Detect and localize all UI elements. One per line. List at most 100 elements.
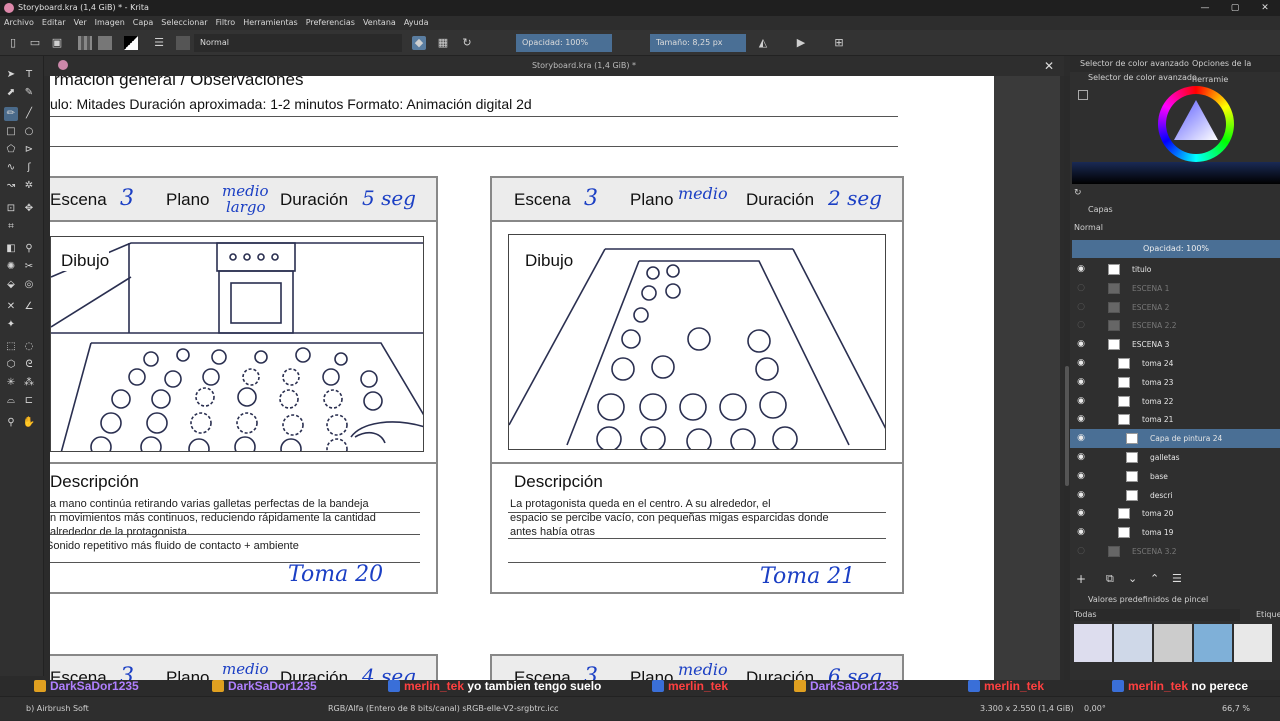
layers-opacity-slider[interactable]: Opacidad: 100% (1072, 240, 1280, 258)
color-hue-ring[interactable] (1158, 86, 1234, 162)
layer-row[interactable]: ○ ESCENA 2.2 (1070, 316, 1280, 335)
menu-ventana[interactable]: Ventana (359, 16, 400, 30)
calligraphy-icon[interactable]: ✎ (22, 86, 36, 100)
move-layer-up-icon[interactable]: ⌃ (1150, 572, 1159, 585)
rect-select-icon[interactable]: ⬚ (4, 340, 18, 354)
brush-preset-eraser[interactable] (1074, 624, 1112, 662)
menu-ayuda[interactable]: Ayuda (400, 16, 433, 30)
layer-row[interactable]: ◉ ESCENA 3 (1070, 335, 1280, 354)
polygon-select-icon[interactable]: ⬡ (4, 358, 18, 372)
eye-visible-icon[interactable]: ◉ (1076, 504, 1086, 523)
line-tool-icon[interactable]: ╱ (22, 107, 36, 121)
brush-preset-icon[interactable] (176, 36, 190, 50)
brush-settings-icon[interactable]: ☰ (152, 36, 166, 50)
layer-row[interactable]: ◉ Capa de pintura 24 (1070, 429, 1280, 449)
eye-hidden-icon[interactable]: ○ (1076, 542, 1086, 561)
fill-tool-icon[interactable]: ⬙ (4, 278, 18, 292)
color-triangle[interactable] (1170, 96, 1222, 148)
alpha-lock-icon[interactable]: ▦ (436, 36, 450, 50)
layer-row[interactable]: ○ ESCENA 1 (1070, 279, 1280, 298)
brush-preset-ink[interactable] (1234, 624, 1272, 662)
mirror-horizontal-icon[interactable]: ◭ (756, 36, 770, 50)
crop-tool-icon[interactable]: ⌗ (4, 220, 18, 234)
tab-tool-options[interactable]: Opciones de la herramie (1192, 56, 1280, 88)
pan-tool-icon[interactable]: ✋ (22, 416, 36, 430)
gradient-swatch-icon[interactable] (78, 36, 92, 50)
menu-ver[interactable]: Ver (70, 16, 91, 30)
zoom-tool-icon[interactable]: ⚲ (4, 416, 18, 430)
mirror-vertical-icon[interactable]: ▶ (794, 36, 808, 50)
menu-seleccionar[interactable]: Seleccionar (157, 16, 211, 30)
eye-visible-icon[interactable]: ◉ (1076, 467, 1086, 486)
polyline-tool-icon[interactable]: ⊳ (22, 143, 36, 157)
eraser-mode-icon[interactable]: ◆ (412, 36, 426, 50)
eye-visible-icon[interactable]: ◉ (1076, 392, 1086, 411)
brush-tag-label[interactable]: Etique (1256, 609, 1280, 621)
refresh-icon[interactable]: ↻ (1074, 188, 1082, 198)
move-layer-down-icon[interactable]: ⌄ (1128, 572, 1137, 585)
menu-imagen[interactable]: Imagen (91, 16, 129, 30)
layer-row[interactable]: ○ ESCENA 3.2 (1070, 542, 1280, 561)
close-document-button[interactable]: ✕ (1044, 56, 1058, 76)
add-layer-icon[interactable]: + (1076, 572, 1086, 586)
colorize-mask-icon[interactable]: ✺ (4, 260, 18, 274)
menu-filtro[interactable]: Filtro (212, 16, 240, 30)
eye-visible-icon[interactable]: ◉ (1076, 260, 1086, 279)
menu-herramientas[interactable]: Herramientas (239, 16, 302, 30)
reload-preset-icon[interactable]: ↻ (460, 36, 474, 50)
layer-row[interactable]: ◉ base (1070, 467, 1280, 486)
open-folder-icon[interactable]: ▭ (28, 36, 42, 50)
freehand-path-icon[interactable]: ʃ (22, 161, 36, 175)
eye-visible-icon[interactable]: ◉ (1076, 523, 1086, 542)
eye-visible-icon[interactable]: ◉ (1076, 429, 1086, 448)
measure-tool-icon[interactable]: ∠ (22, 300, 36, 314)
eye-hidden-icon[interactable]: ○ (1076, 279, 1086, 298)
crop-wrap-icon[interactable]: ⊞ (832, 36, 846, 50)
layer-options-icon[interactable]: ☰ (1172, 572, 1182, 585)
brush-tag-filter[interactable]: Todas (1074, 609, 1240, 621)
eye-hidden-icon[interactable]: ○ (1076, 298, 1086, 317)
layer-row[interactable]: ◉ galletas (1070, 448, 1280, 467)
bezier-select-icon[interactable]: ⌓ (4, 394, 18, 408)
eye-visible-icon[interactable]: ◉ (1076, 335, 1086, 354)
eye-visible-icon[interactable]: ◉ (1076, 373, 1086, 392)
layer-row[interactable]: ◉ titulo (1070, 260, 1280, 279)
freehand-brush-icon[interactable]: ✏ (4, 107, 18, 121)
layers-blend-mode[interactable]: Normal (1074, 222, 1103, 234)
blend-mode-select[interactable]: Normal (194, 34, 402, 52)
eye-visible-icon[interactable]: ◉ (1076, 448, 1086, 467)
status-zoom[interactable]: 66,7 % (1222, 697, 1250, 721)
freehand-select-icon[interactable]: ᘓ (22, 358, 36, 372)
color-history-strip[interactable] (1072, 162, 1280, 184)
bezier-tool-icon[interactable]: ∿ (4, 161, 18, 175)
color-picker-icon[interactable]: ⚲ (22, 242, 36, 256)
duplicate-layer-icon[interactable]: ⧉ (1106, 572, 1114, 586)
rectangle-tool-icon[interactable]: □ (4, 125, 18, 139)
layer-row[interactable]: ◉ toma 21 (1070, 410, 1280, 429)
contiguous-select-icon[interactable]: ✳ (4, 376, 18, 390)
minimize-button[interactable]: — (1190, 0, 1220, 16)
layer-row[interactable]: ◉ toma 22 (1070, 392, 1280, 411)
polygon-tool-icon[interactable]: ⬠ (4, 143, 18, 157)
layer-row[interactable]: ○ ESCENA 2 (1070, 298, 1280, 317)
enclose-fill-icon[interactable]: ◎ (22, 278, 36, 292)
color-settings-icon[interactable] (1078, 90, 1088, 100)
move-tool-icon[interactable]: ✥ (22, 202, 36, 216)
gradient-tool-icon[interactable]: ◧ (4, 242, 18, 256)
maximize-button[interactable]: ▢ (1220, 0, 1250, 16)
brush-preset-selected[interactable] (1194, 624, 1232, 662)
menu-archivo[interactable]: Archivo (0, 16, 38, 30)
brush-preset-airbrush[interactable] (1154, 624, 1192, 662)
dynamic-brush-icon[interactable]: ↝ (4, 179, 18, 193)
similar-select-icon[interactable]: ⁂ (22, 376, 36, 390)
menu-editar[interactable]: Editar (38, 16, 70, 30)
scroll-thumb[interactable] (1065, 366, 1069, 486)
opacity-slider[interactable]: Opacidad: 100% (516, 34, 612, 52)
canvas[interactable]: rmación general / Observaciones ulo: Mit… (50, 76, 994, 680)
layer-row[interactable]: ◉ descri (1070, 486, 1280, 505)
eye-visible-icon[interactable]: ◉ (1076, 410, 1086, 429)
select-shapes-icon[interactable]: ➤ (4, 68, 18, 82)
size-slider[interactable]: Tamaño: 8,25 px (650, 34, 746, 52)
document-tab[interactable]: Storyboard.kra (1,4 GiB) * (484, 56, 684, 76)
text-tool-icon[interactable]: T (22, 68, 36, 82)
